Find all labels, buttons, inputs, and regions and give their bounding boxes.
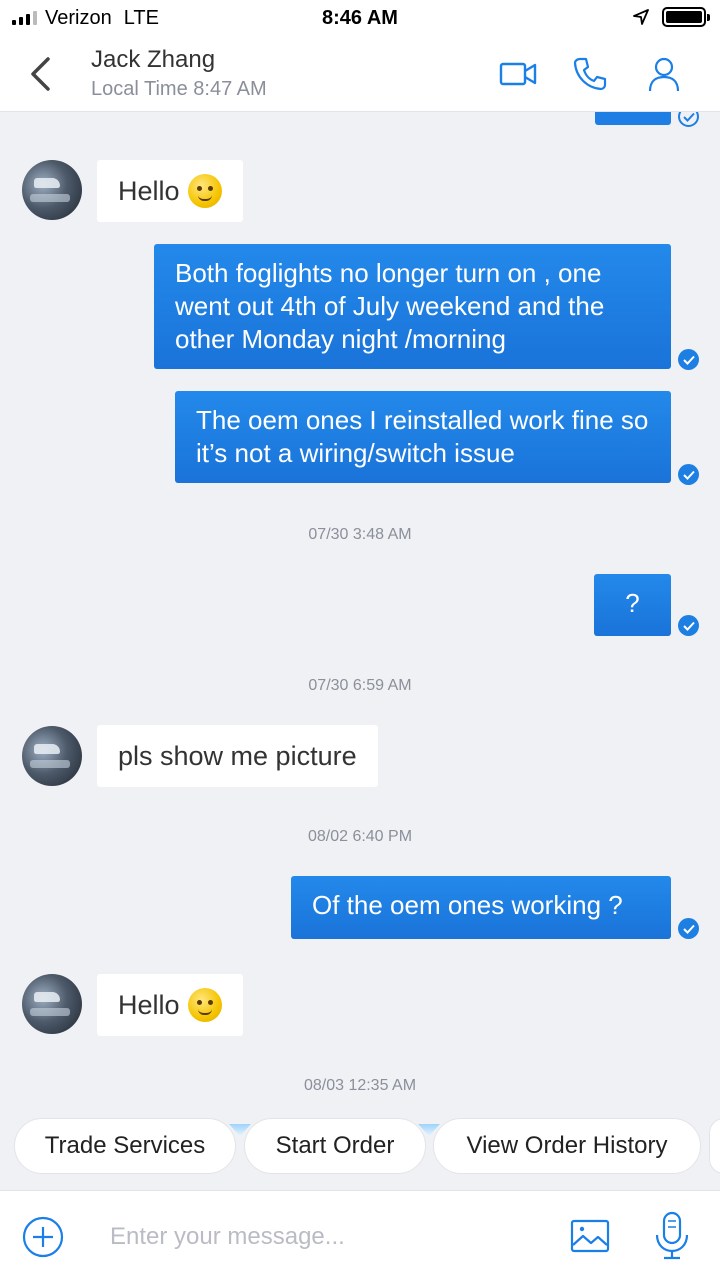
message-bubble-incoming[interactable]: Hello xyxy=(97,160,243,222)
message-timestamp: 07/30 6:59 AM xyxy=(308,677,412,694)
image-icon xyxy=(570,1219,610,1253)
battery-icon xyxy=(662,7,710,27)
voice-call-button[interactable] xyxy=(570,54,610,94)
contact-avatar[interactable] xyxy=(22,974,82,1034)
voice-message-button[interactable] xyxy=(652,1211,692,1261)
quick-action-label: Start Order xyxy=(275,1132,395,1159)
quick-action-view-order-history[interactable]: View Order History xyxy=(433,1118,701,1174)
read-receipt-icon xyxy=(678,918,699,939)
carrier-name: Verizon xyxy=(45,6,112,29)
video-call-button[interactable] xyxy=(498,54,538,94)
message-text: pls show me picture xyxy=(118,740,357,771)
quick-actions-bar: Trade Services Start Order View Order Hi… xyxy=(0,1116,720,1176)
phone-icon xyxy=(573,57,607,91)
network-type: LTE xyxy=(123,6,159,29)
back-button[interactable] xyxy=(22,54,58,94)
smiley-emoji-icon xyxy=(187,988,222,1022)
video-camera-icon xyxy=(499,62,537,86)
quick-action-more-partial[interactable] xyxy=(709,1118,720,1174)
contact-avatar[interactable] xyxy=(22,726,82,786)
quick-action-label: Trade Services xyxy=(44,1132,206,1159)
profile-icon xyxy=(648,57,680,92)
contact-profile-button[interactable] xyxy=(644,54,684,94)
message-text: The oem ones I reinstalled work fine so … xyxy=(196,405,649,468)
location-arrow-icon xyxy=(633,9,649,25)
message-bubble-incoming[interactable]: pls show me picture xyxy=(97,725,378,787)
read-receipt-icon xyxy=(678,112,699,127)
message-bubble-outgoing[interactable]: The oem ones I reinstalled work fine so … xyxy=(175,391,671,483)
message-timestamp: 08/02 6:40 PM xyxy=(307,828,413,845)
message-bubble-outgoing[interactable]: Of the oem ones working ? xyxy=(291,876,671,939)
add-circle-icon xyxy=(22,1216,64,1258)
contact-name[interactable]: Jack Zhang xyxy=(91,46,215,74)
message-timestamp: 07/30 3:48 AM xyxy=(308,526,412,543)
message-text: ? xyxy=(625,588,640,618)
attach-button[interactable] xyxy=(22,1216,64,1258)
message-bubble-outgoing[interactable]: Both foglights no longer turn on , one w… xyxy=(154,244,671,369)
chat-header: Jack Zhang Local Time 8:47 AM xyxy=(0,36,720,112)
chat-messages[interactable]: Hello Both foglights no longer turn on ,… xyxy=(0,112,720,1116)
back-chevron-icon xyxy=(31,57,50,91)
message-text: Of the oem ones working ? xyxy=(312,890,623,920)
quick-action-label: View Order History xyxy=(466,1132,668,1159)
message-bubble-outgoing-partial xyxy=(595,112,671,125)
message-timestamp: 08/03 12:35 AM xyxy=(303,1077,417,1094)
microphone-icon xyxy=(655,1211,689,1260)
read-receipt-icon xyxy=(678,464,699,485)
message-text: Hello xyxy=(118,989,180,1020)
quick-action-trade-services[interactable]: Trade Services xyxy=(14,1118,236,1174)
contact-local-time: Local Time 8:47 AM xyxy=(91,78,267,100)
message-bubble-incoming[interactable]: Hello xyxy=(97,974,243,1036)
message-bubble-outgoing[interactable]: ? xyxy=(594,574,671,636)
contact-avatar[interactable] xyxy=(22,160,82,220)
send-image-button[interactable] xyxy=(570,1218,610,1254)
signal-strength-icon xyxy=(12,11,37,25)
smiley-emoji-icon xyxy=(187,174,222,208)
message-composer xyxy=(0,1190,720,1280)
message-text: Both foglights no longer turn on , one w… xyxy=(175,258,605,354)
message-input[interactable] xyxy=(110,1215,540,1259)
message-text: Hello xyxy=(118,175,180,206)
quick-action-start-order[interactable]: Start Order xyxy=(244,1118,426,1174)
read-receipt-icon xyxy=(678,349,699,370)
status-bar: Verizon LTE 8:46 AM xyxy=(0,0,720,36)
read-receipt-icon xyxy=(678,615,699,636)
